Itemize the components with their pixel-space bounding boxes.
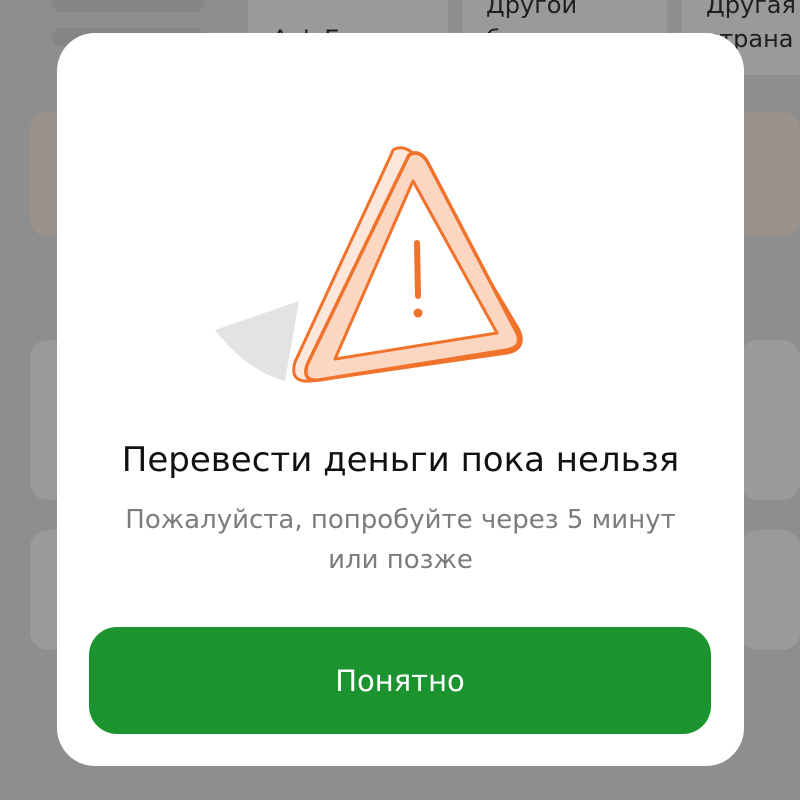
confirm-button[interactable]: Понятно [89, 627, 711, 734]
error-dialog: Перевести деньги пока нельзя Пожалуйста,… [57, 33, 744, 766]
bg-placeholder-pill [52, 0, 204, 12]
bg-list-card [740, 530, 800, 650]
dialog-message-line: Пожалуйста, попробуйте через 5 минут [125, 505, 676, 535]
bg-tile-label: Другой [486, 0, 578, 19]
dialog-message-line: или позже [328, 545, 473, 575]
bg-tile-label: Другая [706, 0, 796, 19]
dialog-title: Перевести деньги пока нельзя [121, 440, 680, 480]
dialog-message: Пожалуйста, попробуйте через 5 минут или… [117, 500, 684, 580]
confirm-button-label: Понятно [335, 663, 465, 698]
warning-triangle-icon [215, 146, 523, 383]
bg-list-card [740, 340, 800, 500]
